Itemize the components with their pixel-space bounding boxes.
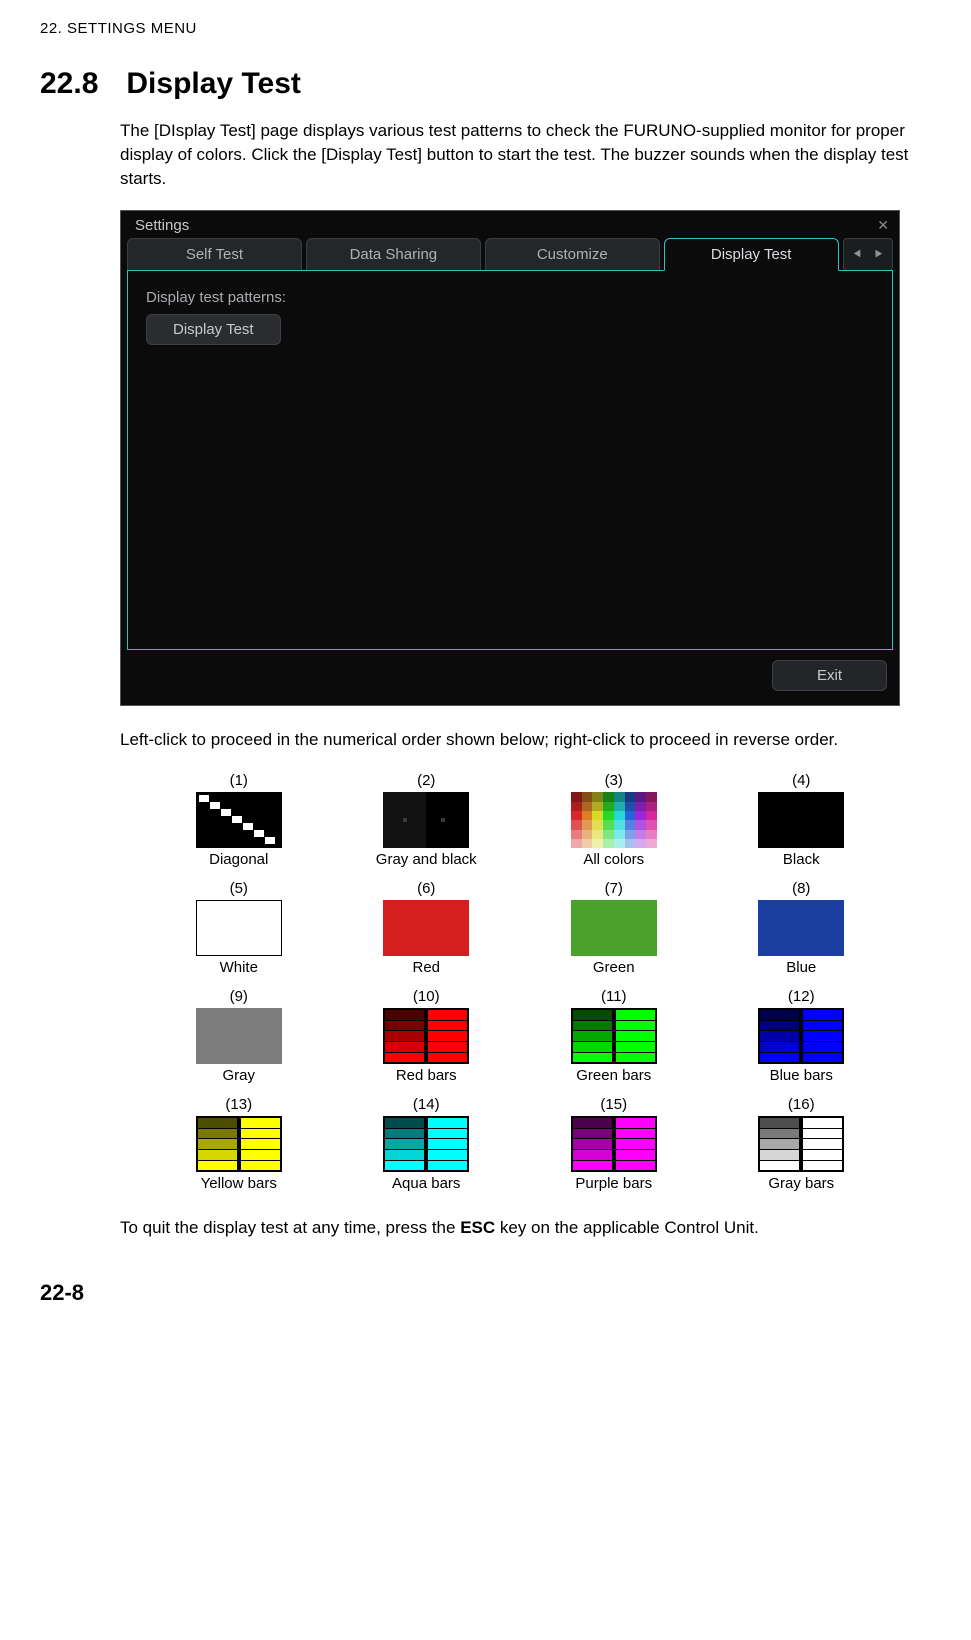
pattern-gray: (9) Gray	[150, 988, 328, 1084]
chapter-header: 22. SETTINGS MENU	[40, 20, 931, 37]
swatch-green	[571, 900, 657, 956]
swatch-white	[196, 900, 282, 956]
pattern-caption: All colors	[583, 851, 644, 868]
section-title: 22.8 Display Test	[40, 67, 931, 101]
swatch-diagonal	[196, 792, 282, 848]
pattern-caption: Black	[783, 851, 820, 868]
pattern-num: (6)	[417, 880, 435, 897]
panel-label: Display test patterns:	[146, 289, 874, 306]
pattern-red-bars: (10) Red bars	[338, 988, 516, 1084]
pattern-caption: Red bars	[396, 1067, 457, 1084]
swatch-all-colors	[571, 792, 657, 848]
pattern-blue: (8) Blue	[713, 880, 891, 976]
tab-self-test[interactable]: Self Test	[127, 238, 302, 271]
pattern-num: (11)	[601, 988, 627, 1005]
pattern-num: (15)	[600, 1096, 627, 1113]
pattern-caption: Gray	[222, 1067, 255, 1084]
pattern-num: (3)	[605, 772, 623, 789]
pattern-aqua-bars: (14) Aqua bars	[338, 1096, 516, 1192]
pattern-red: (6) Red	[338, 880, 516, 976]
pattern-white: (5) White	[150, 880, 328, 976]
quit-paragraph: To quit the display test at any time, pr…	[120, 1216, 931, 1240]
pattern-caption: Green bars	[576, 1067, 651, 1084]
swatch-green-bars	[571, 1008, 657, 1064]
section-number: 22.8	[40, 67, 98, 101]
pattern-caption: Gray bars	[768, 1175, 834, 1192]
pattern-caption: Red	[412, 959, 440, 976]
page-number: 22-8	[40, 1280, 931, 1306]
tab-display-test[interactable]: Display Test	[664, 238, 839, 271]
swatch-gray-bars	[758, 1116, 844, 1172]
pattern-num: (4)	[792, 772, 810, 789]
pattern-caption: Yellow bars	[201, 1175, 277, 1192]
window-title: Settings	[135, 217, 189, 234]
pattern-num: (8)	[792, 880, 810, 897]
pattern-grid: (1) Diagonal (2) Gray and black (3) All …	[150, 772, 890, 1192]
pattern-num: (9)	[230, 988, 248, 1005]
pattern-num: (16)	[788, 1096, 815, 1113]
swatch-aqua-bars	[383, 1116, 469, 1172]
exit-button[interactable]: Exit	[772, 660, 887, 691]
close-icon[interactable]: ✕	[877, 217, 889, 234]
swatch-purple-bars	[571, 1116, 657, 1172]
arrow-left-icon[interactable]: ⯇	[848, 244, 867, 265]
pattern-caption: Purple bars	[575, 1175, 652, 1192]
arrow-right-icon[interactable]: ⯈	[869, 244, 888, 265]
pattern-caption: Diagonal	[209, 851, 268, 868]
window-footer: Exit	[121, 650, 899, 705]
pattern-num: (7)	[605, 880, 623, 897]
swatch-red-bars	[383, 1008, 469, 1064]
swatch-yellow-bars	[196, 1116, 282, 1172]
pattern-num: (10)	[413, 988, 440, 1005]
pattern-num: (5)	[230, 880, 248, 897]
pattern-gray-bars: (16) Gray bars	[713, 1096, 891, 1192]
quit-pre: To quit the display test at any time, pr…	[120, 1218, 460, 1237]
swatch-gray-black	[383, 792, 469, 848]
swatch-black	[758, 792, 844, 848]
tab-data-sharing[interactable]: Data Sharing	[306, 238, 481, 271]
pattern-purple-bars: (15) Purple bars	[525, 1096, 703, 1192]
panel-display-test: Display test patterns: Display Test	[127, 270, 893, 650]
pattern-caption: Green	[593, 959, 635, 976]
pattern-all-colors: (3) All colors	[525, 772, 703, 868]
pattern-green: (7) Green	[525, 880, 703, 976]
settings-window: Settings ✕ Self Test Data Sharing Custom…	[120, 210, 900, 706]
pattern-caption: Blue bars	[770, 1067, 833, 1084]
pattern-caption: Aqua bars	[392, 1175, 460, 1192]
tab-customize[interactable]: Customize	[485, 238, 660, 271]
pattern-gray-black: (2) Gray and black	[338, 772, 516, 868]
pattern-yellow-bars: (13) Yellow bars	[150, 1096, 328, 1192]
swatch-gray	[196, 1008, 282, 1064]
pattern-caption: White	[220, 959, 258, 976]
swatch-red	[383, 900, 469, 956]
tabs-row: Self Test Data Sharing Customize Display…	[121, 238, 899, 271]
pattern-caption: Gray and black	[376, 851, 477, 868]
pattern-num: (1)	[230, 772, 248, 789]
pattern-num: (2)	[417, 772, 435, 789]
instruction-paragraph: Left-click to proceed in the numerical o…	[120, 728, 931, 752]
swatch-blue	[758, 900, 844, 956]
display-test-button[interactable]: Display Test	[146, 314, 281, 345]
esc-key: ESC	[460, 1218, 495, 1237]
pattern-caption: Blue	[786, 959, 816, 976]
pattern-black: (4) Black	[713, 772, 891, 868]
pattern-num: (14)	[413, 1096, 440, 1113]
pattern-num: (12)	[788, 988, 815, 1005]
swatch-blue-bars	[758, 1008, 844, 1064]
quit-post: key on the applicable Control Unit.	[495, 1218, 759, 1237]
intro-paragraph: The [DIsplay Test] page displays various…	[120, 119, 931, 190]
pattern-diagonal: (1) Diagonal	[150, 772, 328, 868]
pattern-green-bars: (11) Green bars	[525, 988, 703, 1084]
window-titlebar: Settings ✕	[121, 211, 899, 238]
section-heading: Display Test	[126, 67, 301, 101]
tab-nav-arrows: ⯇ ⯈	[843, 238, 893, 271]
pattern-num: (13)	[225, 1096, 252, 1113]
pattern-blue-bars: (12) Blue bars	[713, 988, 891, 1084]
